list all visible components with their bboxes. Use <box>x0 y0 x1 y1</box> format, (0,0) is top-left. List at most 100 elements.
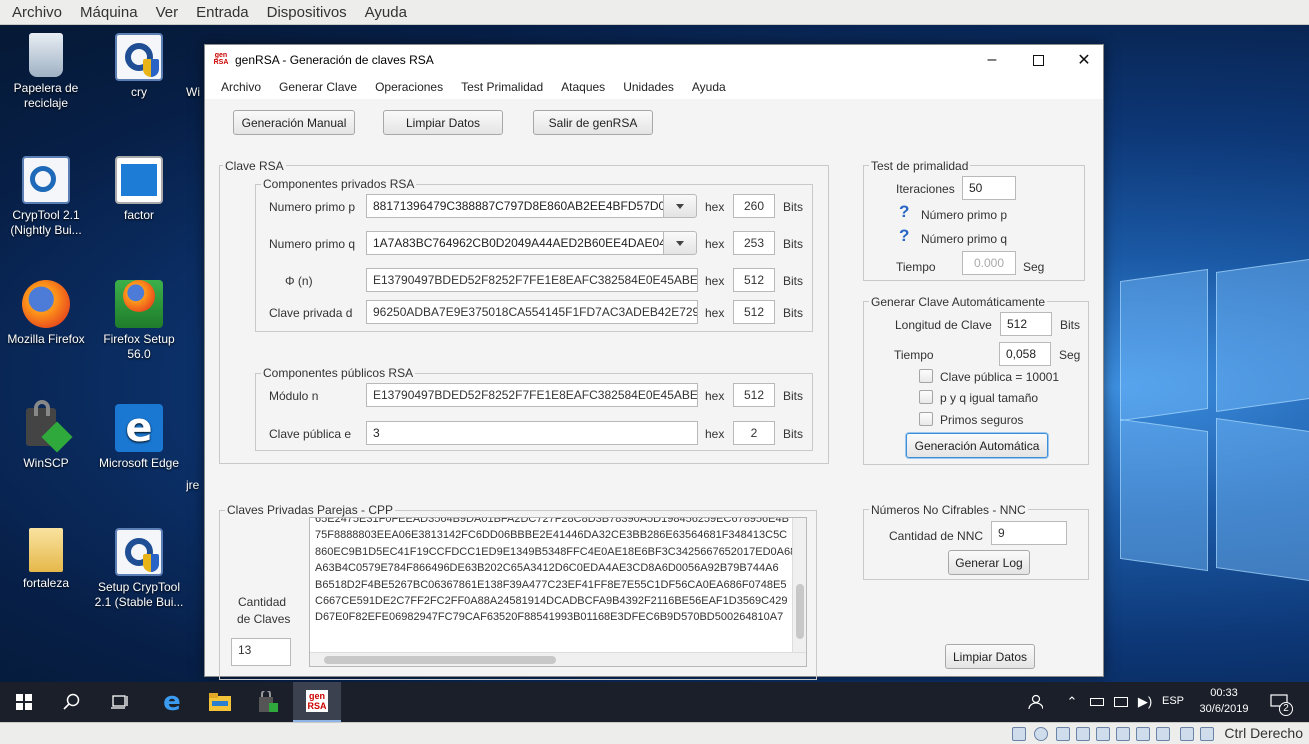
vbox-menu-ver[interactable]: Ver <box>156 4 179 21</box>
help-question-icon[interactable]: ? <box>899 202 909 222</box>
clock-time[interactable]: 00:33 <box>1192 687 1256 699</box>
desktop-icon-firefox-setup[interactable]: Firefox Setup 56.0 <box>93 280 185 362</box>
cryptool-icon <box>115 33 163 81</box>
clock-date[interactable]: 30/6/2019 <box>1192 703 1256 715</box>
vbox-menu-maquina[interactable]: Máquina <box>80 4 138 21</box>
taskbar-genrsa[interactable]: gen RSA <box>293 682 341 722</box>
key-length-input[interactable]: 512 <box>1000 312 1052 336</box>
same-size-pq-checkbox[interactable] <box>919 390 933 404</box>
tray-battery[interactable] <box>1086 682 1108 722</box>
taskbar-edge[interactable]: e <box>148 682 196 722</box>
safe-primes-checkbox[interactable] <box>919 412 933 426</box>
desktop-icon-factor[interactable]: factor <box>93 156 185 223</box>
minimize-button[interactable]: – <box>969 45 1015 75</box>
prime-p-combo[interactable]: 88171396479C388887C797D8E860AB2EE4BFD57D… <box>366 194 664 218</box>
desktop-icon-cry[interactable]: cry <box>93 33 185 100</box>
modulus-n-label: Módulo n <box>269 389 319 403</box>
cpp-horizontal-scrollbar[interactable] <box>310 652 806 666</box>
desktop-icon-cryptool-setup[interactable]: Setup CrypTool 2.1 (Stable Bui... <box>93 528 185 610</box>
public-key-e-input[interactable]: 3 <box>366 421 698 445</box>
desktop-icon-firefox[interactable]: Mozilla Firefox <box>0 280 92 347</box>
search-button[interactable] <box>48 682 96 722</box>
taskbar-file-explorer[interactable] <box>196 682 244 722</box>
scrollbar-thumb[interactable] <box>324 656 556 664</box>
menu-ayuda[interactable]: Ayuda <box>692 80 726 94</box>
help-question-icon[interactable]: ? <box>899 226 909 246</box>
vbox-menu-dispositivos[interactable]: Dispositivos <box>267 4 347 21</box>
manual-generation-button[interactable]: Generación Manual <box>233 110 355 135</box>
tray-network[interactable] <box>1110 682 1132 722</box>
input-language[interactable]: ESP <box>1160 695 1186 707</box>
cpp-vertical-scrollbar[interactable] <box>792 518 806 654</box>
search-icon <box>63 693 80 710</box>
generate-log-button[interactable]: Generar Log <box>948 550 1030 575</box>
people-button[interactable] <box>1014 682 1054 722</box>
cpp-key-line: 75F8888803EEA06E3813142FC6DD06BBBE2E4144… <box>315 529 788 542</box>
task-view-button[interactable] <box>96 682 144 722</box>
public-key-10001-checkbox[interactable] <box>919 369 933 383</box>
start-button[interactable] <box>0 682 48 722</box>
desktop-icon-recycle-bin[interactable]: Papelera de reciclaje <box>0 33 92 111</box>
cpu-icon[interactable] <box>1180 727 1194 741</box>
menu-archivo[interactable]: Archivo <box>221 80 261 94</box>
edge-icon: e <box>115 404 163 452</box>
display-icon[interactable] <box>1136 727 1150 741</box>
vbox-menu-archivo[interactable]: Archivo <box>12 4 62 21</box>
test-time-label: Tiempo <box>896 260 936 274</box>
menu-ataques[interactable]: Ataques <box>561 80 605 94</box>
cpp-keys-textarea[interactable]: 65E2475E31F0FEEAD3564B9DA01BFA2DC727F28C… <box>309 517 807 667</box>
modulus-n-field[interactable]: E13790497BDED52F8252F7FE1E8EAFC382584E0E… <box>366 383 698 407</box>
bottom-clear-data-button[interactable]: Limpiar Datos <box>945 644 1035 669</box>
host-key-label: Ctrl Derecho <box>1224 725 1303 741</box>
toolbar: Generación Manual Limpiar Datos Salir de… <box>205 99 1103 143</box>
phi-value-field[interactable]: E13790497BDED52F8252F7FE1E8EAFC382584E0E… <box>366 268 698 292</box>
maximize-button[interactable] <box>1015 45 1061 75</box>
phi-label: Φ (n) <box>285 274 313 288</box>
optical-drive-icon[interactable] <box>1034 727 1048 741</box>
action-center-button[interactable]: 2 <box>1262 682 1296 722</box>
exit-button[interactable]: Salir de genRSA <box>533 110 653 135</box>
test-prime-q-label: Número primo q <box>921 232 1008 246</box>
close-button[interactable]: ✕ <box>1061 45 1107 75</box>
scrollbar-thumb[interactable] <box>796 584 804 639</box>
private-key-d-field[interactable]: 96250ADBA7E9E375018CA554145F1FD7AC3ADEB4… <box>366 300 698 324</box>
genrsa-logo-icon: gen RSA <box>306 690 328 712</box>
prime-q-label: Numero primo q <box>269 237 356 251</box>
prime-q-combo[interactable]: 1A7A83BC764962CB0D2049A44AED2B60EE4DAE04… <box>366 231 664 255</box>
auto-generation-button[interactable]: Generación Automática <box>906 433 1048 458</box>
window-titlebar[interactable]: gen RSA genRSA - Generación de claves RSA… <box>205 45 1103 75</box>
prime-q-dropdown-button[interactable] <box>663 231 697 255</box>
shared-folders-icon[interactable] <box>1116 727 1130 741</box>
tray-volume[interactable]: ▶) <box>1134 682 1156 722</box>
mouse-integration-icon[interactable] <box>1200 727 1214 741</box>
bits-label: Bits <box>783 427 804 441</box>
prime-p-dropdown-button[interactable] <box>663 194 697 218</box>
menu-generar-clave[interactable]: Generar Clave <box>279 80 357 94</box>
usb-icon[interactable] <box>1096 727 1110 741</box>
tray-expand-button[interactable]: ⌃ <box>1060 682 1084 722</box>
taskbar-winscp[interactable] <box>244 682 292 722</box>
network-adapter-icon[interactable] <box>1076 727 1090 741</box>
clear-data-button[interactable]: Limpiar Datos <box>383 110 503 135</box>
desktop-icon-cryptool2[interactable]: CrypTool 2.1 (Nightly Bui... <box>0 156 92 238</box>
hex-label: hex <box>705 427 725 441</box>
audio-icon[interactable] <box>1056 727 1070 741</box>
cryptool2-icon <box>22 156 70 204</box>
menu-operaciones[interactable]: Operaciones <box>375 80 443 94</box>
menu-test-primalidad[interactable]: Test Primalidad <box>461 80 543 94</box>
private-key-d-bits: 512 <box>733 300 775 324</box>
same-size-pq-label: p y q igual tamaño <box>940 391 1039 405</box>
private-key-d-label: Clave privada d <box>269 306 353 320</box>
desktop-icon-edge[interactable]: e Microsoft Edge <box>93 404 185 471</box>
vbox-menu-ayuda[interactable]: Ayuda <box>365 4 407 21</box>
private-components-title: Componentes privados RSA <box>261 177 417 191</box>
vbox-menu-entrada[interactable]: Entrada <box>196 4 249 21</box>
menu-unidades[interactable]: Unidades <box>623 80 674 94</box>
desktop-icon-winscp[interactable]: WinSCP <box>0 400 92 471</box>
cryptool-setup-icon <box>115 528 163 576</box>
hard-disk-icon[interactable] <box>1012 727 1026 741</box>
iterations-input[interactable]: 50 <box>962 176 1016 200</box>
video-capture-icon[interactable] <box>1156 727 1170 741</box>
nnc-title: Números No Cifrables - NNC <box>869 503 1028 517</box>
desktop-icon-fortaleza[interactable]: fortaleza <box>0 528 92 591</box>
